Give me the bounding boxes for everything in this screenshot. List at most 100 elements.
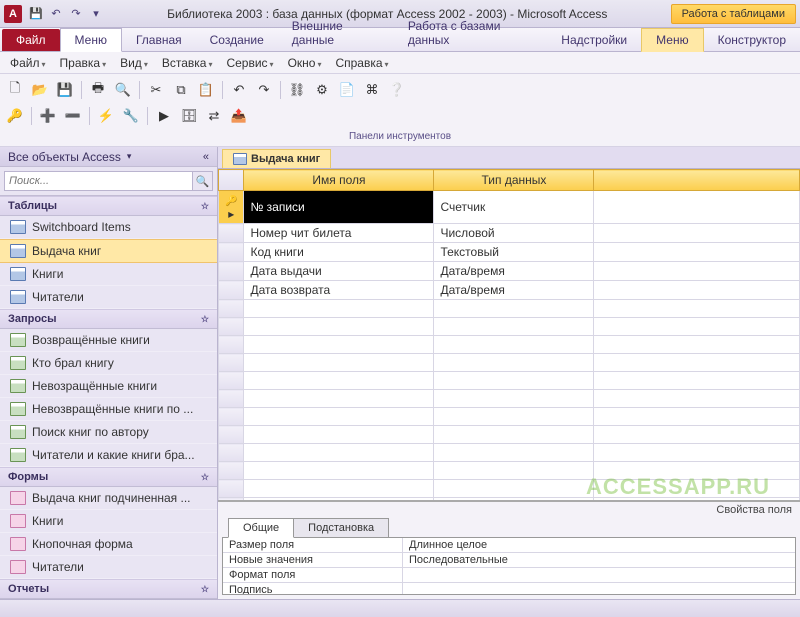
form-icon [10,537,26,551]
save-icon[interactable]: 💾 [28,6,44,22]
cut-icon[interactable]: ✂ [145,79,167,101]
switch-icon[interactable]: ⇄ [203,105,225,127]
menu-view[interactable]: Вид▾ [114,54,154,72]
redo-icon[interactable]: ↷ [253,79,275,101]
qat-more-icon[interactable]: ▾ [88,6,104,22]
field-row-empty[interactable] [219,390,800,408]
field-row[interactable]: 🔑▸№ записиСчетчик [219,191,800,224]
menu-tools[interactable]: Сервис▾ [220,54,279,72]
nav-item[interactable]: Читатели [0,556,217,579]
property-row[interactable]: Размер поляДлинное целое [223,538,795,553]
props-title: Свойства поля [218,502,800,518]
nav-group-header[interactable]: Запросы☆ [0,309,217,329]
nav-item[interactable]: Кнопочная форма [0,533,217,556]
field-grid[interactable]: Имя поля Тип данных 🔑▸№ записиСчетчикНом… [218,169,800,501]
status-bar [0,599,800,617]
builder-icon[interactable]: 🔧 [120,105,142,127]
undo-icon[interactable]: ↶ [228,79,250,101]
nav-header[interactable]: Все объекты Access ▾ « [0,147,217,167]
nav-item[interactable]: Невозращённые книги [0,375,217,398]
field-row-empty[interactable] [219,336,800,354]
nav-item[interactable]: Читатели и какие книги бра... [0,444,217,467]
props-tab-lookup[interactable]: Подстановка [293,518,389,538]
redo-icon[interactable]: ↷ [68,6,84,22]
menu-insert[interactable]: Вставка▾ [156,54,219,72]
table-icon [10,244,26,258]
table-icon [10,290,26,304]
relations-icon[interactable]: ⛓ [286,79,308,101]
nav-item[interactable]: Невозвращённые книги по ... [0,398,217,421]
key-icon[interactable]: 🔑 [4,105,26,127]
property-row[interactable]: Формат поля [223,568,795,583]
field-row-empty[interactable] [219,462,800,480]
tab-menu[interactable]: Меню [60,28,122,52]
analyze-icon[interactable]: ⚙ [311,79,333,101]
field-row-empty[interactable] [219,372,800,390]
tab-design[interactable]: Конструктор [704,29,800,51]
field-row-empty[interactable] [219,444,800,462]
col-fieldname[interactable]: Имя поля [244,170,434,191]
row-insert-icon[interactable]: ➕ [37,105,59,127]
open-icon[interactable]: 📂 [29,79,51,101]
properties-icon[interactable]: 📄 [336,79,358,101]
code-icon[interactable]: ⌘ [361,79,383,101]
macro-icon[interactable]: ▶ [153,105,175,127]
menu-file[interactable]: Файл▾ [4,54,52,72]
row-delete-icon[interactable]: ➖ [62,105,84,127]
undo-icon[interactable]: ↶ [48,6,64,22]
nav-item[interactable]: Switchboard Items [0,216,217,239]
nav-item[interactable]: Кто брал книгу [0,352,217,375]
field-row-empty[interactable] [219,300,800,318]
property-row[interactable]: Новые значенияПоследовательные [223,553,795,568]
field-row[interactable]: Номер чит билетаЧисловой [219,224,800,243]
query-icon [10,356,26,370]
nav-group-header[interactable]: Таблицы☆ [0,196,217,216]
paste-icon[interactable]: 📋 [195,79,217,101]
tab-file[interactable]: Файл [2,29,60,51]
menu-help[interactable]: Справка▾ [329,54,394,72]
nav-group-header[interactable]: Отчеты☆ [0,579,217,599]
print-icon[interactable]: 🖶 [87,79,109,101]
preview-icon[interactable]: 🔍 [112,79,134,101]
search-input[interactable] [4,171,193,191]
indexes-icon[interactable]: ⚡ [95,105,117,127]
copy-icon[interactable]: ⧉ [170,79,192,101]
field-row[interactable]: Код книгиТекстовый [219,243,800,262]
document-tab[interactable]: Выдача книг [222,149,331,168]
nav-item[interactable]: Книги [0,510,217,533]
help-icon[interactable]: ❔ [386,79,408,101]
menu-window[interactable]: Окно▾ [282,54,328,72]
tab-ctx-menu[interactable]: Меню [641,28,703,52]
nav-group-header[interactable]: Формы☆ [0,467,217,487]
field-row-empty[interactable] [219,480,800,498]
export-icon[interactable]: 📤 [228,105,250,127]
collapse-icon[interactable]: « [203,151,209,163]
field-row[interactable]: Дата возвратаДата/время [219,281,800,300]
field-row[interactable]: Дата выдачиДата/время [219,262,800,281]
db-icon[interactable]: 🗄 [178,105,200,127]
chevron-down-icon[interactable]: ▾ [127,151,132,162]
search-icon[interactable]: 🔍 [193,171,213,191]
menu-edit[interactable]: Правка▾ [54,54,113,72]
tab-home[interactable]: Главная [122,29,196,51]
nav-item[interactable]: Книги [0,263,217,286]
nav-item[interactable]: Выдача книг [0,239,217,263]
nav-item[interactable]: Поиск книг по автору [0,421,217,444]
nav-item[interactable]: Возвращённые книги [0,329,217,352]
field-row-empty[interactable] [219,354,800,372]
nav-item[interactable]: Выдача книг подчиненная ... [0,487,217,510]
field-row-empty[interactable] [219,318,800,336]
primary-key-icon: 🔑 [225,196,237,207]
tab-external[interactable]: Внешние данные [278,15,394,51]
new-icon[interactable]: 🗋 [4,79,26,101]
tab-dbtools[interactable]: Работа с базами данных [394,15,547,51]
props-tab-general[interactable]: Общие [228,518,294,538]
nav-item[interactable]: Читатели [0,286,217,309]
field-row-empty[interactable] [219,408,800,426]
col-datatype[interactable]: Тип данных [434,170,594,191]
tab-addins[interactable]: Надстройки [547,29,641,51]
tab-create[interactable]: Создание [196,29,278,51]
field-row-empty[interactable] [219,426,800,444]
save-icon[interactable]: 💾 [54,79,76,101]
property-row[interactable]: Подпись [223,583,795,595]
